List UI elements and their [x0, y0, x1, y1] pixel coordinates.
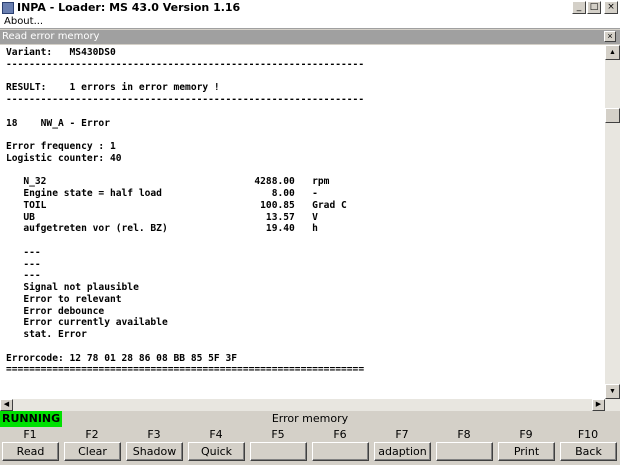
maximize-button[interactable]: □: [587, 1, 601, 14]
fkey-label: F1: [23, 428, 37, 441]
app-icon: [2, 1, 14, 14]
fkey-label: F8: [457, 428, 471, 441]
fkey-label: F6: [333, 428, 347, 441]
screen-name: Error memory: [271, 412, 349, 425]
horizontal-scrollbar[interactable]: ◀ ▶: [0, 399, 620, 411]
fkey-f6: F6: [310, 427, 370, 465]
fkey-label: F9: [519, 428, 533, 441]
fkey-label: F3: [147, 428, 161, 441]
subwindow-close-button[interactable]: ×: [604, 31, 616, 42]
fkey-f4: F4 Quick: [186, 427, 246, 465]
fkey-label: F4: [209, 428, 223, 441]
fkey-label: F7: [395, 428, 409, 441]
f6-button[interactable]: [312, 442, 369, 461]
minimize-button[interactable]: _: [572, 1, 586, 14]
fkey-label: F10: [577, 428, 599, 441]
status-bar: RUNNING Error memory: [0, 411, 620, 427]
error-memory-output: Variant: MS430DS0 ----------------------…: [0, 45, 605, 399]
scroll-right-icon[interactable]: ▶: [592, 399, 605, 411]
scroll-down-icon[interactable]: ▼: [605, 384, 620, 399]
scroll-up-icon[interactable]: ▲: [605, 45, 620, 60]
subwindow-title-bar: Read error memory ×: [0, 30, 620, 44]
title-bar: INPA - Loader: MS 43.0 Version 1.16 _ □ …: [0, 0, 620, 15]
clear-button[interactable]: Clear: [64, 442, 121, 461]
fkey-f9: F9 Print: [496, 427, 556, 465]
output-text: Variant: MS430DS0 ----------------------…: [6, 47, 365, 376]
function-key-bar: F1 Read F2 Clear F3 Shadow F4 Quick F5 F6 F7…: [0, 427, 620, 465]
fkey-f8: F8: [434, 427, 494, 465]
window-controls: _ □ ×: [571, 1, 618, 14]
shadow-button[interactable]: Shadow: [126, 442, 183, 461]
scroll-left-icon[interactable]: ◀: [0, 399, 13, 411]
f8-button[interactable]: [436, 442, 493, 461]
print-button[interactable]: Print: [498, 442, 555, 461]
fkey-f2: F2 Clear: [62, 427, 122, 465]
window-title: INPA - Loader: MS 43.0 Version 1.16: [17, 1, 241, 14]
fkey-label: F5: [271, 428, 285, 441]
close-button[interactable]: ×: [604, 1, 618, 14]
menu-item-about[interactable]: About...: [4, 16, 43, 27]
vertical-scroll-thumb[interactable]: [605, 108, 620, 123]
fkey-label: F2: [85, 428, 99, 441]
menu-bar: About...: [0, 15, 620, 29]
adaption-button[interactable]: adaption: [374, 442, 431, 461]
fkey-f3: F3 Shadow: [124, 427, 184, 465]
fkey-f5: F5: [248, 427, 308, 465]
read-button[interactable]: Read: [2, 442, 59, 461]
subwindow-title: Read error memory: [2, 31, 100, 42]
fkey-f7: F7 adaption: [372, 427, 432, 465]
fkey-f1: F1 Read: [0, 427, 60, 465]
vertical-scrollbar[interactable]: ▲ ▼: [605, 45, 620, 399]
back-button[interactable]: Back: [560, 442, 617, 461]
fkey-f10: F10 Back: [558, 427, 618, 465]
quick-button[interactable]: Quick: [188, 442, 245, 461]
f5-button[interactable]: [250, 442, 307, 461]
